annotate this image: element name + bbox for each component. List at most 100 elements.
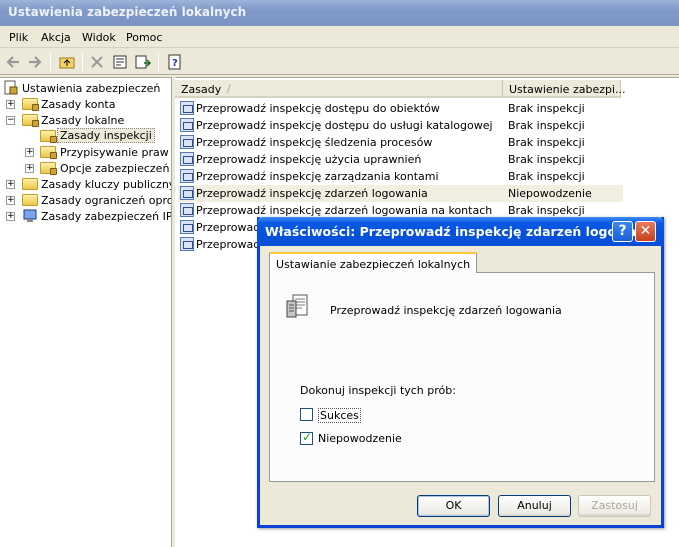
tree-item-opcje-zabezpieczen[interactable]: + Opcje zabezpieczeń: [24, 160, 171, 176]
folder-lock-icon: [40, 162, 57, 175]
expand-icon[interactable]: +: [6, 180, 15, 189]
success-label: Sukces: [318, 408, 361, 423]
expand-icon[interactable]: +: [6, 212, 15, 221]
help-icon[interactable]: ?: [166, 53, 184, 71]
tree-item-label: Zasady zabezpieczeń IP w: [41, 210, 172, 223]
policy-server-icon: [286, 294, 308, 318]
folder-icon: [22, 178, 38, 190]
apply-button[interactable]: Zastosuj: [578, 495, 651, 517]
audit-policy-icon: [180, 118, 194, 132]
folder-lock-icon: [40, 130, 57, 143]
audit-policy-icon: [180, 152, 194, 166]
failure-label: Niepowodzenie: [318, 432, 402, 445]
policy-name: Przeprowadź inspekcję zdarzeń logowania …: [196, 204, 493, 217]
audit-attempts-label: Dokonuj inspekcji tych prób:: [300, 384, 456, 397]
tree-item-label: Zasady lokalne: [41, 114, 125, 127]
policy-value: Brak inspekcji: [508, 153, 585, 166]
success-checkbox[interactable]: [300, 408, 313, 421]
table-row[interactable]: Przeprowadź inspekcję śledzenia procesów…: [178, 134, 623, 151]
folder-lock-icon: [22, 98, 39, 111]
dialog-title: Właściwości: Przeprowadź inspekcję zdarz…: [265, 224, 651, 239]
tree-item-zasady-lokalne[interactable]: − Zasady lokalne: [5, 112, 171, 128]
table-row[interactable]: Przeprowadź inspekcję dostępu do usługi …: [178, 117, 623, 134]
tree-item-przypisywanie-praw[interactable]: + Przypisywanie praw użytkownika: [24, 144, 171, 160]
tree-item-label: Opcje zabezpieczeń: [60, 162, 170, 175]
policy-name: Przeprowadź inspekcję śledzenia procesów: [196, 136, 433, 149]
folder-lock-icon: [22, 114, 39, 127]
tree-pane: Ustawienia zabezpieczeń + Zasady konta −…: [0, 77, 172, 547]
policy-name: Przeprowadź inspekcję zarządzania kontam…: [196, 170, 439, 183]
audit-policy-icon: [180, 220, 194, 234]
ok-button[interactable]: OK: [417, 495, 490, 517]
menu-bar: Plik Akcja Widok Pomoc: [0, 26, 679, 48]
window-titlebar: Ustawienia zabezpieczeń lokalnych: [0, 0, 679, 26]
policy-name: Przeprowadź inspekcję dostępu do obiektó…: [196, 102, 440, 115]
tree-item-label: Zasady ograniczeń oprogramowania: [41, 194, 171, 207]
delete-icon[interactable]: [88, 53, 106, 71]
properties-icon[interactable]: [111, 53, 129, 71]
properties-dialog: Właściwości: Przeprowadź inspekcję zdarz…: [257, 217, 664, 528]
up-folder-icon[interactable]: [58, 53, 76, 71]
policy-value: Niepowodzenie: [508, 187, 592, 200]
audit-policy-icon: [180, 186, 194, 200]
expand-icon[interactable]: +: [25, 148, 34, 157]
tree-item-zasady-ip[interactable]: + Zasady zabezpieczeń IP w: [5, 208, 172, 224]
policy-value: Brak inspekcji: [508, 102, 585, 115]
tree-item-zasady-ograniczen[interactable]: + Zasady ograniczeń oprogramowania: [5, 192, 171, 208]
cancel-button[interactable]: Anuluj: [498, 495, 571, 517]
forward-arrow-icon[interactable]: [26, 53, 44, 71]
folder-icon: [22, 194, 38, 206]
audit-policy-icon: [180, 203, 194, 217]
tree-item-label: Zasady konta: [41, 98, 116, 111]
policy-value: Brak inspekcji: [508, 136, 585, 149]
security-settings-icon: [4, 80, 18, 95]
audit-policy-icon: [180, 237, 194, 251]
table-row[interactable]: Przeprowadź inspekcję zarządzania kontam…: [178, 168, 623, 185]
back-arrow-icon[interactable]: [4, 53, 22, 71]
svg-text:?: ?: [172, 58, 178, 69]
table-row[interactable]: Przeprowadź inspekcję dostępu do obiektó…: [178, 100, 623, 117]
help-button[interactable]: ?: [612, 221, 633, 242]
table-row-selected[interactable]: Przeprowadź inspekcję zdarzeń logowania …: [178, 185, 623, 202]
audit-policy-icon: [180, 135, 194, 149]
tab-local-security-setting[interactable]: Ustawianie zabezpieczeń lokalnych: [269, 252, 478, 273]
policy-name: Przeprowadź inspekcję użycia uprawnień: [196, 153, 422, 166]
collapse-icon[interactable]: −: [6, 116, 15, 125]
tree-item-zasady-konta[interactable]: + Zasady konta: [5, 96, 171, 112]
toolbar-separator: [50, 53, 51, 71]
toolbar-separator: [82, 53, 83, 71]
expand-icon[interactable]: +: [25, 164, 34, 173]
column-header-label: Ustawienie zabezpi...: [509, 83, 626, 96]
tree-item-zasady-inspekcji[interactable]: Zasady inspekcji: [40, 128, 171, 144]
column-header-label: Zasady: [181, 83, 222, 96]
toolbar-separator: [158, 53, 159, 71]
policy-name: Przeprowadź: [196, 221, 266, 234]
tree-root-label: Ustawienia zabezpieczeń: [22, 82, 161, 95]
tab-panel: Przeprowadź inspekcję zdarzeń logowania …: [269, 272, 655, 482]
tree-item-zasady-kluczy[interactable]: + Zasady kluczy publicznych: [5, 176, 171, 192]
policy-name: Przeprowadź: [196, 238, 266, 251]
close-button[interactable]: ✕: [635, 221, 656, 242]
menu-plik[interactable]: Plik: [9, 31, 28, 44]
tab-label: Ustawianie zabezpieczeń lokalnych: [276, 258, 471, 271]
tree-item-label: Przypisywanie praw użytkownika: [60, 146, 171, 159]
policy-name: Przeprowadź inspekcję dostępu do usługi …: [196, 119, 493, 132]
column-header-ustawienie[interactable]: Ustawienie zabezpi...: [503, 80, 626, 98]
audit-policy-icon: [180, 101, 194, 115]
dialog-titlebar[interactable]: Właściwości: Przeprowadź inspekcję zdarz…: [257, 217, 664, 246]
failure-checkbox-row[interactable]: Niepowodzenie: [300, 430, 440, 447]
success-checkbox-row[interactable]: Sukces: [300, 407, 410, 423]
column-header-zasady[interactable]: Zasady ∕: [175, 80, 503, 98]
window-title: Ustawienia zabezpieczeń lokalnych: [8, 5, 247, 19]
menu-akcja[interactable]: Akcja: [41, 31, 71, 44]
menu-pomoc[interactable]: Pomoc: [126, 31, 162, 44]
sort-arrow-icon: ∕: [227, 82, 231, 95]
menu-widok[interactable]: Widok: [82, 31, 116, 44]
expand-icon[interactable]: +: [6, 196, 15, 205]
policy-value: Brak inspekcji: [508, 204, 585, 217]
table-row[interactable]: Przeprowadź inspekcję użycia uprawnień B…: [178, 151, 623, 168]
expand-icon[interactable]: +: [6, 100, 15, 109]
policy-value: Brak inspekcji: [508, 170, 585, 183]
export-list-icon[interactable]: [134, 53, 152, 71]
failure-checkbox[interactable]: [300, 430, 313, 445]
